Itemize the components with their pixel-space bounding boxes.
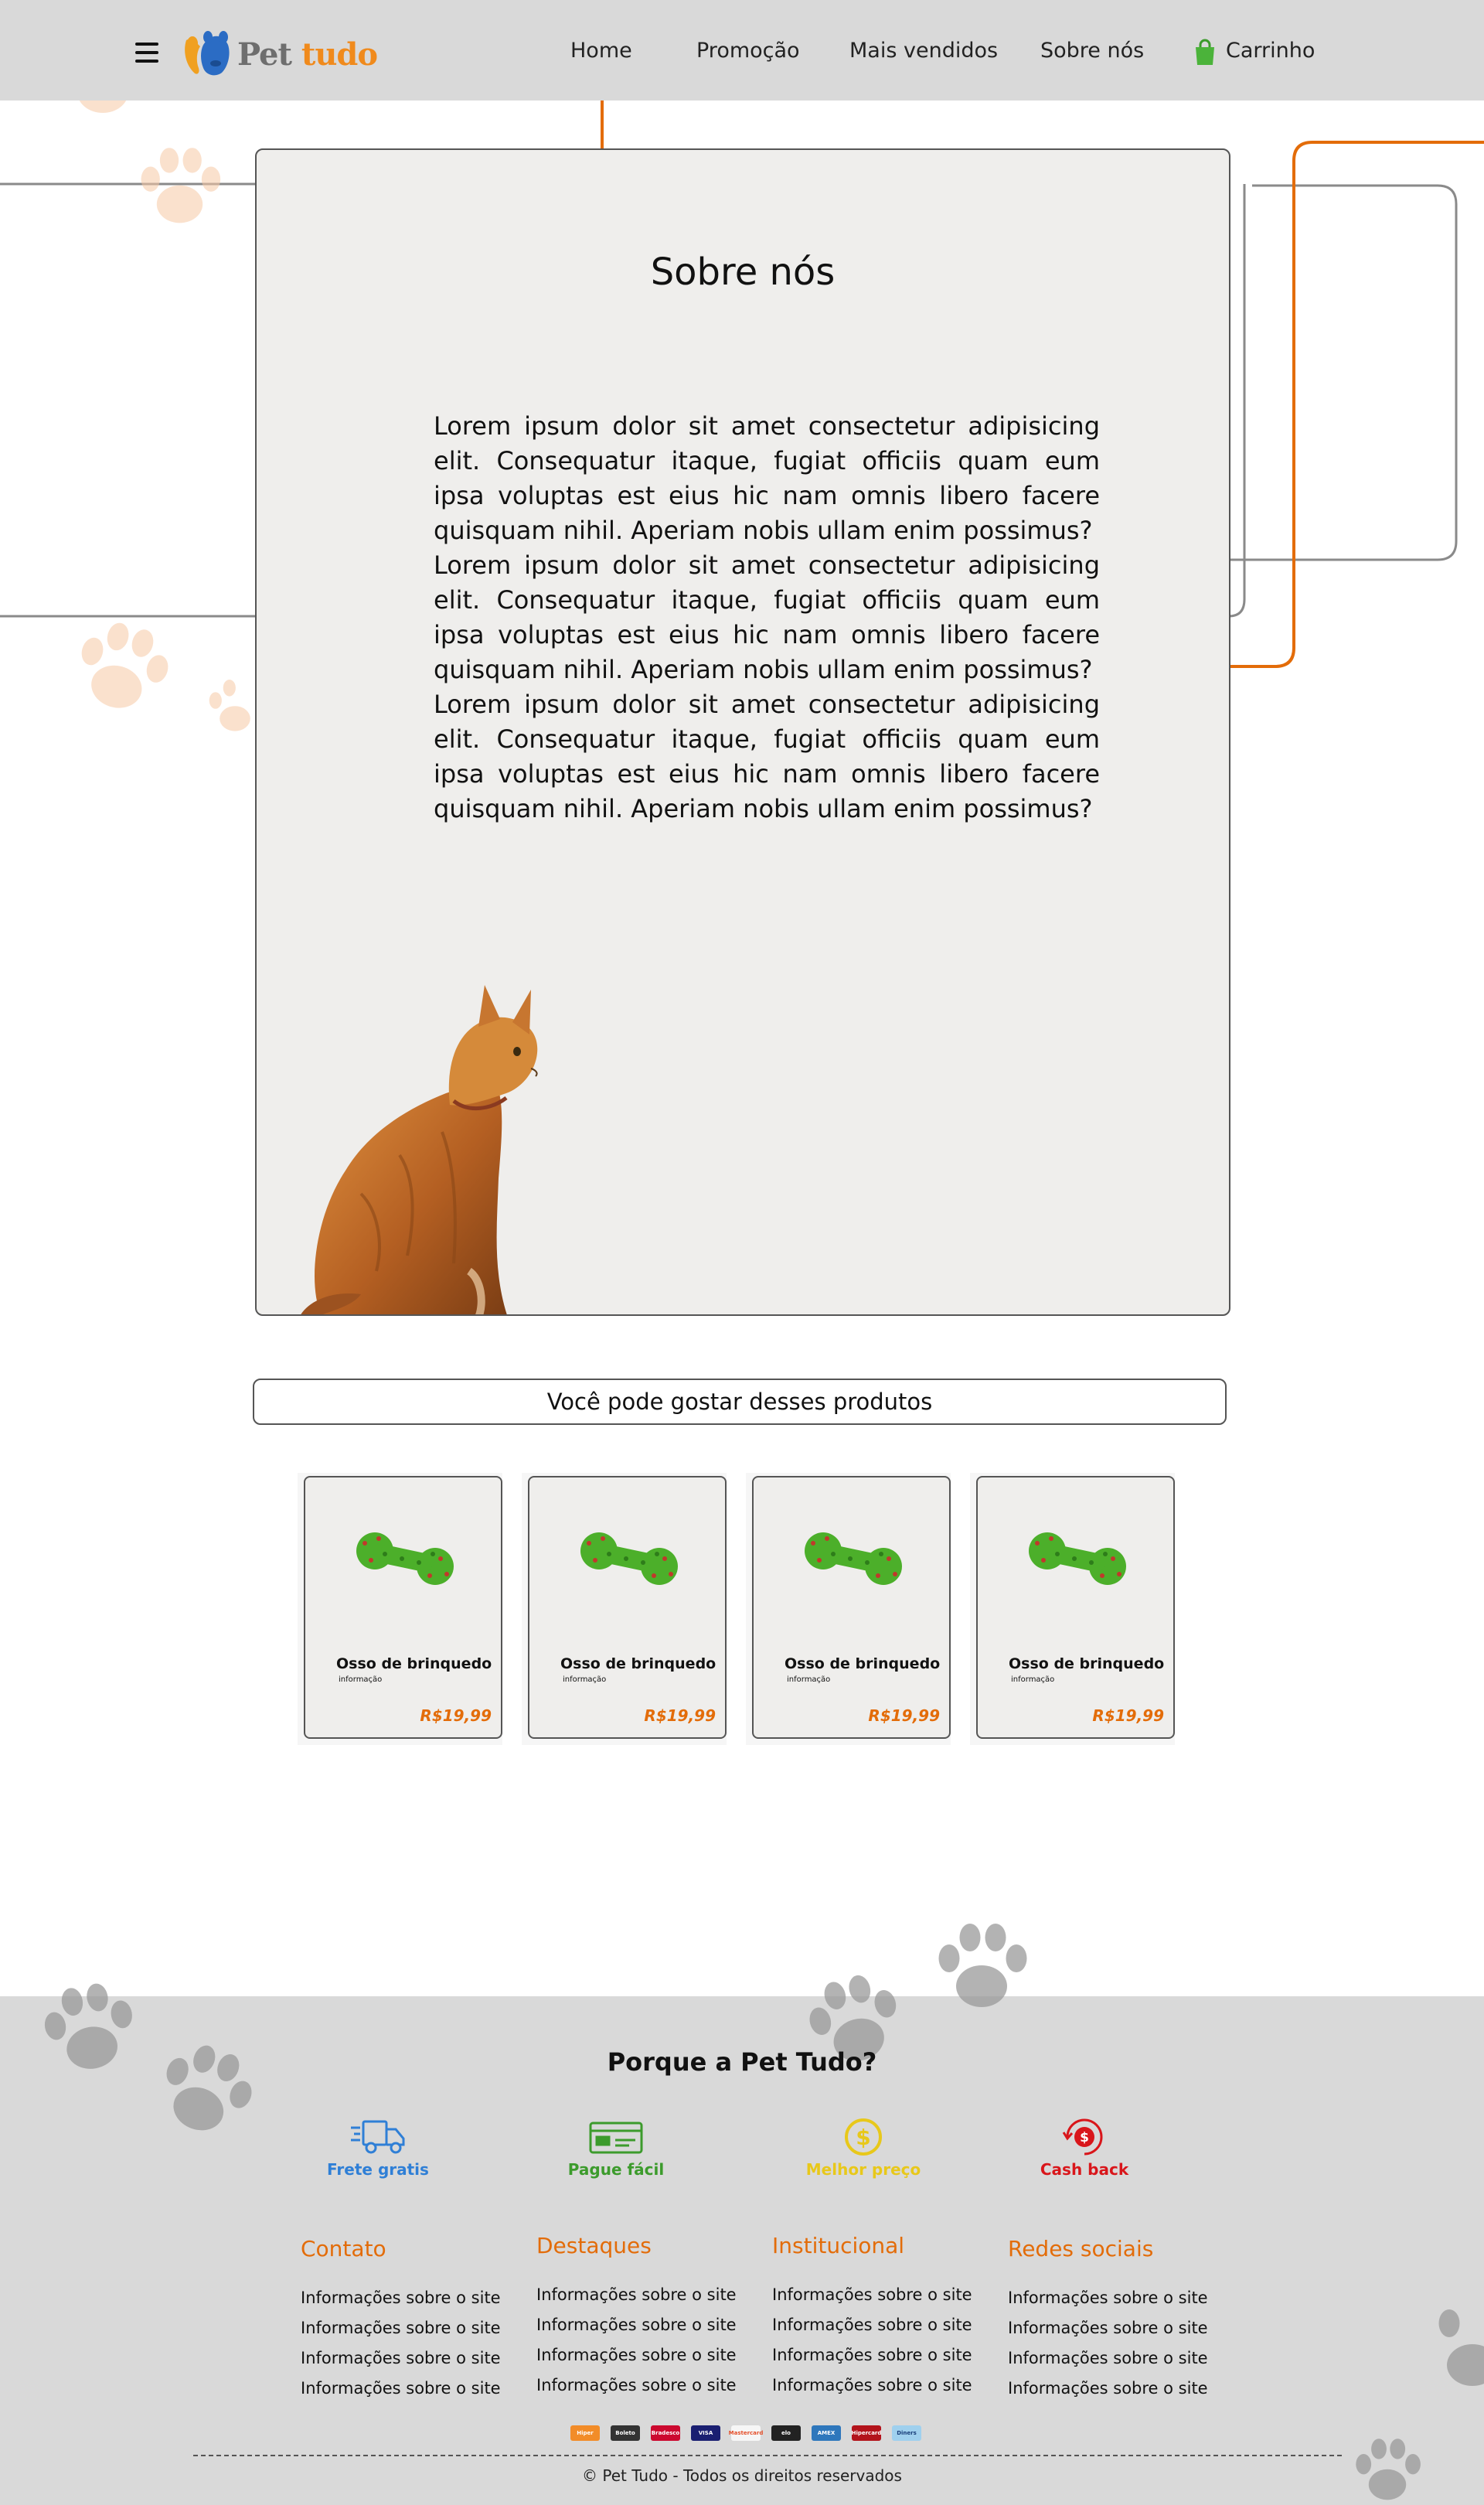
about-paragraph: Lorem ipsum dolor sit amet consectetur a… [434,550,1100,684]
payment-logo: Hipercard [852,2425,881,2441]
payment-logo: Bradesco [651,2425,680,2441]
product-info: informação [563,1675,607,1684]
nav-mais-vendidos[interactable]: Mais vendidos [849,39,998,63]
product-price: R$19,99 [420,1706,492,1725]
footer-link[interactable]: Informações sobre o site [536,2340,753,2370]
svg-text:$: $ [1080,2130,1089,2145]
payment-logo: VISA [691,2425,720,2441]
payment-logo: Boleto [611,2425,640,2441]
payment-logo: Mastercard [729,2425,763,2441]
product-info: informação [1011,1675,1055,1684]
product-card[interactable]: Osso de brinquedo informação R$19,99 [970,1473,1175,1745]
about-paragraph: Lorem ipsum dolor sit amet consectetur a… [434,690,1100,823]
footer-link[interactable]: Informações sobre o site [1008,2374,1224,2404]
footer-link[interactable]: Informações sobre o site [1008,2283,1224,2313]
nav-promocao[interactable]: Promoção [696,39,800,63]
feature-label: Melhor preço [805,2160,921,2179]
dollar-coin-icon: $ [845,2118,882,2156]
feature-pague-facil: Pague fácil [531,2117,701,2179]
footer-link[interactable]: Informações sobre o site [301,2283,517,2313]
credit-card-icon [589,2122,643,2154]
paw-print-icon [209,680,250,731]
feature-label: Frete gratis [327,2160,429,2179]
product-name: Osso de brinquedo [1009,1655,1165,1672]
toy-bone-image [805,1532,902,1585]
page-title: Sobre nós [650,250,836,294]
why-title: Porque a Pet Tudo? [607,2047,877,2077]
payment-logo: AMEX [812,2425,841,2441]
product-price: R$19,99 [644,1706,716,1725]
feature-frete-gratis: Frete gratis [293,2117,463,2179]
footer-link[interactable]: Informações sobre o site [536,2370,753,2401]
nav-sobre-nos[interactable]: Sobre nós [1040,39,1144,63]
payment-methods: Hiper Boleto Bradesco VISA Mastercard el… [570,2425,921,2444]
footer-column-contato: Contato Informações sobre o site Informa… [301,2236,517,2404]
footer-link[interactable]: Informações sobre o site [301,2313,517,2343]
cat-image [301,985,538,1314]
about-card: Sobre nós Lorem ipsum dolor sit amet con… [255,148,1230,1316]
footer-column-title: Redes sociais [1008,2236,1154,2261]
paw-print-icon [81,622,168,708]
product-grid: Osso de brinquedo informação R$19,99 Oss… [298,1473,1179,1747]
product-name: Osso de brinquedo [336,1655,492,1672]
about-paragraph: Lorem ipsum dolor sit amet consectetur a… [434,411,1100,545]
footer-column-destaques: Destaques Informações sobre o site Infor… [536,2233,753,2401]
footer-link[interactable]: Informações sobre o site [772,2280,989,2310]
feature-cash-back: $ Cash back [999,2117,1169,2179]
footer-divider [193,2455,1342,2456]
about-text: Lorem ipsum dolor sit amet consectetur a… [434,409,1100,826]
copyright: © Pet Tudo - Todos os direitos reservado… [582,2466,902,2485]
product-card-frame: Osso de brinquedo informação R$19,99 [528,1476,727,1739]
product-name: Osso de brinquedo [560,1655,716,1672]
shopping-bag-icon[interactable] [1193,39,1217,66]
product-info: informação [339,1675,383,1684]
toy-bone-image [580,1532,678,1585]
payment-logo: elo [771,2425,801,2441]
main-nav: Home Promoção Mais vendidos Sobre nós Ca… [0,39,1484,70]
nav-carrinho[interactable]: Carrinho [1226,39,1315,63]
payment-logo: Hiper [570,2425,600,2441]
feature-melhor-preco: $ Melhor preço [778,2117,948,2179]
footer-column-title: Destaques [536,2233,652,2258]
product-card[interactable]: Osso de brinquedo informação R$19,99 [746,1473,951,1745]
product-info: informação [787,1675,831,1684]
product-price: R$19,99 [868,1706,940,1725]
footer-link[interactable]: Informações sobre o site [536,2280,753,2310]
footer-column-institucional: Institucional Informações sobre o site I… [772,2233,989,2401]
footer-column-title: Contato [301,2236,386,2261]
footer-link[interactable]: Informações sobre o site [772,2310,989,2340]
footer-column-redes-sociais: Redes sociais Informações sobre o site I… [1008,2236,1224,2404]
payment-logo: Diners [892,2425,921,2441]
footer-link[interactable]: Informações sobre o site [772,2370,989,2401]
site-header: Pet tudo Home Promoção Mais vendidos Sob… [0,0,1484,101]
svg-text:$: $ [856,2125,870,2150]
footer-link[interactable]: Informações sobre o site [301,2343,517,2374]
product-card[interactable]: Osso de brinquedo informação R$19,99 [522,1473,727,1745]
footer-column-title: Institucional [772,2233,905,2258]
feature-label: Pague fácil [567,2160,665,2179]
toy-bone-image [1029,1532,1126,1585]
truck-icon [351,2120,405,2154]
cashback-icon: $ [1062,2118,1103,2156]
product-card-frame: Osso de brinquedo informação R$19,99 [976,1476,1175,1739]
product-card-frame: Osso de brinquedo informação R$19,99 [752,1476,951,1739]
footer-link[interactable]: Informações sobre o site [1008,2313,1224,2343]
feature-label: Cash back [1040,2160,1129,2179]
suggestions-title: Você pode gostar desses produtos [253,1379,1227,1425]
footer-link[interactable]: Informações sobre o site [1008,2343,1224,2374]
product-name: Osso de brinquedo [785,1655,941,1672]
product-card[interactable]: Osso de brinquedo informação R$19,99 [298,1473,502,1745]
footer-link[interactable]: Informações sobre o site [301,2374,517,2404]
product-price: R$19,99 [1092,1706,1164,1725]
footer-link[interactable]: Informações sobre o site [772,2340,989,2370]
footer-link[interactable]: Informações sobre o site [536,2310,753,2340]
product-card-frame: Osso de brinquedo informação R$19,99 [304,1476,502,1739]
toy-bone-image [356,1532,454,1585]
paw-print-icon [141,148,221,223]
nav-home[interactable]: Home [570,39,632,63]
